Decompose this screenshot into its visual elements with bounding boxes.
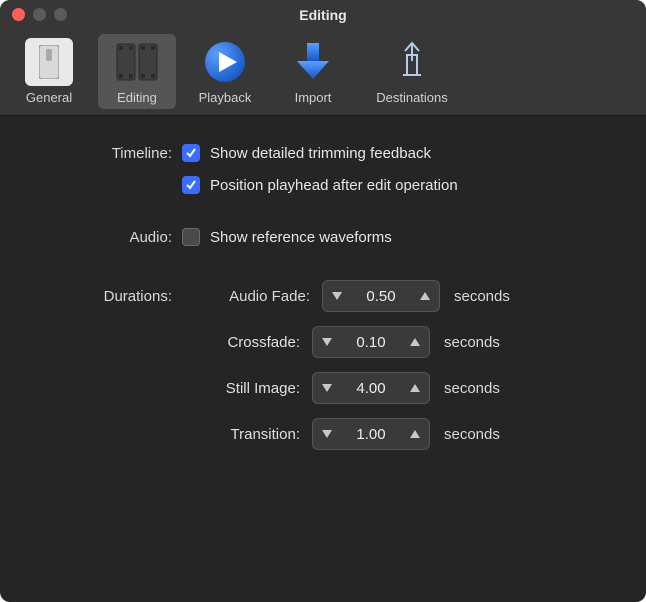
general-icon xyxy=(25,38,73,86)
crossfade-value[interactable]: 0.10 xyxy=(341,334,401,351)
tab-editing[interactable]: Editing xyxy=(98,34,176,109)
close-window-button[interactable] xyxy=(12,8,25,21)
audio-fade-value[interactable]: 0.50 xyxy=(351,288,411,305)
crossfade-label: Crossfade: xyxy=(0,334,312,351)
tab-playback-label: Playback xyxy=(199,90,252,105)
durations-section-label: Durations: xyxy=(0,288,182,305)
audio-fade-increment[interactable] xyxy=(411,281,439,311)
transition-stepper[interactable]: 1.00 xyxy=(312,418,430,450)
label-trimming-feedback: Show detailed trimming feedback xyxy=(210,145,431,162)
window-title: Editing xyxy=(299,7,346,23)
editing-pane: Timeline: Show detailed trimming feedbac… xyxy=(0,116,646,450)
audio-fade-decrement[interactable] xyxy=(323,281,351,311)
checkbox-trimming-feedback[interactable] xyxy=(182,144,200,162)
transition-increment[interactable] xyxy=(401,419,429,449)
still-image-value[interactable]: 4.00 xyxy=(341,380,401,397)
import-icon xyxy=(289,38,337,86)
tab-editing-label: Editing xyxy=(117,90,157,105)
still-image-unit: seconds xyxy=(444,380,500,397)
timeline-section-label: Timeline: xyxy=(0,145,182,162)
titlebar: Editing xyxy=(0,0,646,30)
toolbar: General Editing xyxy=(0,30,646,116)
preferences-window: Editing General xyxy=(0,0,646,602)
audio-section-label: Audio: xyxy=(0,229,182,246)
checkbox-reference-waveforms[interactable] xyxy=(182,228,200,246)
tab-destinations[interactable]: Destinations xyxy=(362,34,462,109)
transition-label: Transition: xyxy=(0,426,312,443)
crossfade-stepper[interactable]: 0.10 xyxy=(312,326,430,358)
still-image-label: Still Image: xyxy=(0,380,312,397)
label-reference-waveforms: Show reference waveforms xyxy=(210,229,392,246)
audio-fade-stepper[interactable]: 0.50 xyxy=(322,280,440,312)
destinations-icon xyxy=(388,38,436,86)
tab-general-label: General xyxy=(26,90,72,105)
audio-fade-label: Audio Fade: xyxy=(182,288,322,305)
zoom-window-button[interactable] xyxy=(54,8,67,21)
transition-unit: seconds xyxy=(444,426,500,443)
still-image-stepper[interactable]: 4.00 xyxy=(312,372,430,404)
tab-playback[interactable]: Playback xyxy=(186,34,264,109)
still-image-decrement[interactable] xyxy=(313,373,341,403)
crossfade-increment[interactable] xyxy=(401,327,429,357)
tab-import-label: Import xyxy=(295,90,332,105)
editing-icon xyxy=(113,38,161,86)
still-image-increment[interactable] xyxy=(401,373,429,403)
tab-destinations-label: Destinations xyxy=(376,90,448,105)
label-position-playhead: Position playhead after edit operation xyxy=(210,177,458,194)
tab-import[interactable]: Import xyxy=(274,34,352,109)
crossfade-decrement[interactable] xyxy=(313,327,341,357)
tab-general[interactable]: General xyxy=(10,34,88,109)
transition-value[interactable]: 1.00 xyxy=(341,426,401,443)
transition-decrement[interactable] xyxy=(313,419,341,449)
audio-fade-unit: seconds xyxy=(454,288,510,305)
playback-icon xyxy=(201,38,249,86)
checkbox-position-playhead[interactable] xyxy=(182,176,200,194)
window-controls xyxy=(12,8,67,21)
minimize-window-button[interactable] xyxy=(33,8,46,21)
crossfade-unit: seconds xyxy=(444,334,500,351)
